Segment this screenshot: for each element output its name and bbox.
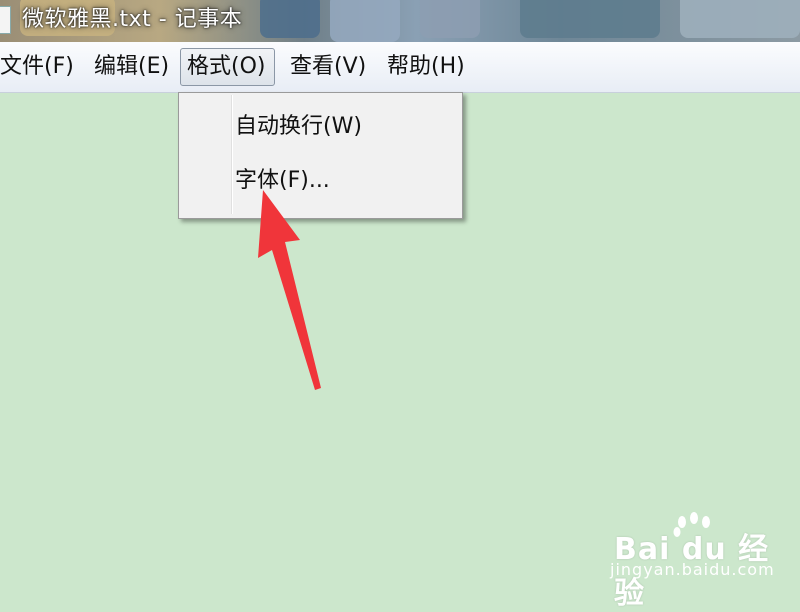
menu-help[interactable]: 帮助(H) <box>381 48 471 86</box>
menu-edit[interactable]: 编辑(E) <box>88 48 175 86</box>
menu-bar: 文件(F) 编辑(E) 格式(O) 查看(V) 帮助(H) <box>0 42 800 93</box>
menu-gutter-divider <box>231 95 233 214</box>
watermark-url: jingyan.baidu.com <box>610 560 775 579</box>
menu-item-word-wrap[interactable]: 自动换行(W) <box>235 104 362 150</box>
menu-format[interactable]: 格式(O) <box>180 48 275 86</box>
baidu-jingyan-watermark: Bai du 经验 jingyan.baidu.com <box>610 512 790 611</box>
title-bar: 微软雅黑.txt - 记事本 <box>0 0 800 42</box>
notepad-document-icon <box>0 6 11 34</box>
baidu-paw-logo-icon <box>673 512 710 537</box>
menu-view[interactable]: 查看(V) <box>284 48 372 86</box>
red-arrow-annotation-icon <box>258 190 321 390</box>
window-title: 微软雅黑.txt - 记事本 <box>22 7 243 32</box>
menu-file[interactable]: 文件(F) <box>0 48 80 86</box>
